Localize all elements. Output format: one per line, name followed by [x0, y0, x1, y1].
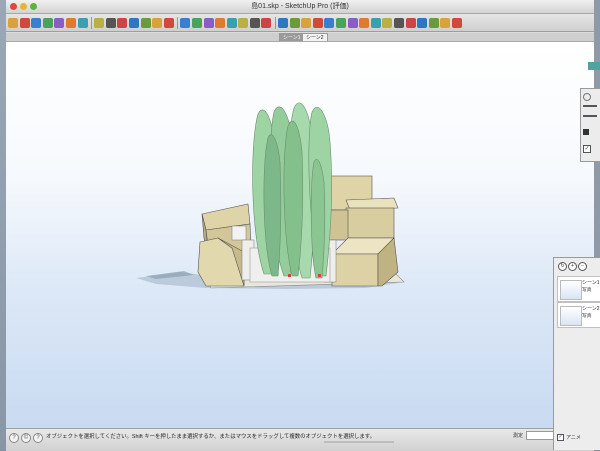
- zoom-icon[interactable]: [65, 17, 76, 28]
- tray-toggle-icon[interactable]: [583, 93, 591, 101]
- text-icon[interactable]: [261, 17, 272, 28]
- window-title: 島01.skp - SketchUp Pro (評価): [251, 3, 349, 10]
- zoom-extents-icon[interactable]: [94, 17, 105, 28]
- tab-scene-2[interactable]: シーン2: [302, 33, 328, 41]
- shadows-icon[interactable]: [405, 17, 416, 28]
- toolbar-separator: [91, 16, 93, 29]
- scene-list-item-2[interactable]: シーン2 写真: [557, 302, 600, 328]
- toolbar-separator: [177, 16, 179, 29]
- circle-icon[interactable]: [140, 17, 151, 28]
- scenes-icon[interactable]: [394, 17, 404, 28]
- tray-swatch-icon[interactable]: [583, 129, 589, 135]
- scale-icon[interactable]: [203, 17, 214, 28]
- model-viewport[interactable]: [6, 42, 594, 428]
- scene-thumbnail-2: [560, 306, 582, 326]
- paint-bucket-icon[interactable]: [31, 17, 42, 28]
- zoom-window-icon[interactable]: [77, 17, 88, 28]
- offset-icon[interactable]: [215, 17, 226, 28]
- remove-scene-icon[interactable]: −: [578, 262, 587, 271]
- position-camera-icon[interactable]: [324, 17, 335, 28]
- refresh-scene-icon[interactable]: ↻: [558, 262, 567, 271]
- sandbox-icon[interactable]: [440, 17, 451, 28]
- arc-icon[interactable]: [117, 17, 128, 28]
- orbit-icon[interactable]: [42, 17, 53, 28]
- building-right-low-front: [331, 253, 379, 287]
- animation-checkbox-label: アニメ: [566, 435, 581, 441]
- tray-tab-icon[interactable]: [588, 62, 600, 70]
- select-icon[interactable]: [8, 17, 18, 28]
- help-icon[interactable]: ?: [33, 433, 43, 443]
- match-photo-icon[interactable]: [428, 17, 439, 28]
- eraser-icon[interactable]: [19, 17, 30, 28]
- main-toolbar: [6, 14, 594, 32]
- axes-icon[interactable]: [278, 17, 289, 28]
- tray-divider-2: [583, 115, 597, 117]
- tree-7: [310, 159, 326, 279]
- polygon-icon[interactable]: [152, 17, 163, 28]
- scene-tabs-bar: シーン1 シーン2: [6, 33, 594, 42]
- tape-icon[interactable]: [238, 17, 249, 28]
- measurements-label: 測定: [513, 433, 524, 439]
- follow-me-icon[interactable]: [226, 17, 237, 28]
- materials-icon[interactable]: [359, 17, 370, 28]
- add-scene-icon[interactable]: +: [568, 262, 577, 271]
- title-bar[interactable]: 島01.skp - SketchUp Pro (評価): [6, 0, 594, 14]
- styles-icon[interactable]: [370, 17, 381, 28]
- cypress-trees: [252, 102, 332, 279]
- walk-icon[interactable]: [301, 17, 312, 28]
- credits-icon[interactable]: ©: [21, 433, 31, 443]
- tray-divider: [583, 105, 597, 107]
- scene-sub-2: 写真: [582, 314, 592, 319]
- scene-list-item-1[interactable]: シーン1 写真: [557, 276, 600, 302]
- red-mark-2: [318, 274, 321, 277]
- rectangle-icon[interactable]: [128, 17, 139, 28]
- scene-sub-1: 写真: [582, 288, 592, 293]
- scene-name-2: シーン2: [582, 306, 600, 312]
- fog-icon[interactable]: [417, 17, 428, 28]
- layers-icon[interactable]: [382, 17, 393, 28]
- geo-location-icon[interactable]: ?: [9, 433, 19, 443]
- scenes-panel: ↻ + − シーン1 写真 シーン2 写真 ✓ アニメ: [553, 257, 600, 450]
- scene-thumbnail-1: [560, 280, 582, 300]
- section-icon[interactable]: [336, 17, 347, 28]
- measurements-field[interactable]: [526, 431, 554, 440]
- scene-name-1: シーン1: [582, 280, 600, 286]
- 3d-text-icon[interactable]: [289, 17, 300, 28]
- pan-icon[interactable]: [54, 17, 65, 28]
- look-around-icon[interactable]: [312, 17, 323, 28]
- red-mark-1: [288, 274, 291, 277]
- push-pull-icon[interactable]: [163, 17, 174, 28]
- protractor-icon[interactable]: [249, 17, 260, 28]
- warehouse-icon[interactable]: [451, 17, 462, 28]
- status-bar: ? © ? オブジェクトを選択してください。Shift キーを押したまま選択する…: [6, 428, 594, 451]
- animation-checkbox[interactable]: ✓: [557, 434, 564, 441]
- line-icon[interactable]: [105, 17, 116, 28]
- status-scroll-indicator: [324, 441, 394, 443]
- building-right-mid: [345, 207, 395, 239]
- tab-scene-1[interactable]: シーン1: [279, 33, 305, 41]
- toolbar-separator: [275, 16, 277, 29]
- rotate-icon[interactable]: [191, 17, 202, 28]
- move-icon[interactable]: [180, 17, 191, 28]
- model-drawing: [136, 102, 405, 289]
- sketchup-window: 島01.skp - SketchUp Pro (評価) シーン1 シーン2 ? …: [6, 0, 594, 451]
- tray-checkbox[interactable]: ✓: [583, 145, 591, 153]
- block-white-1: [231, 225, 247, 241]
- default-tray-panel[interactable]: ✓: [580, 88, 600, 162]
- status-message: オブジェクトを選択してください。Shift キーを押したまま選択するか、またはマ…: [46, 434, 376, 440]
- components-icon[interactable]: [347, 17, 358, 28]
